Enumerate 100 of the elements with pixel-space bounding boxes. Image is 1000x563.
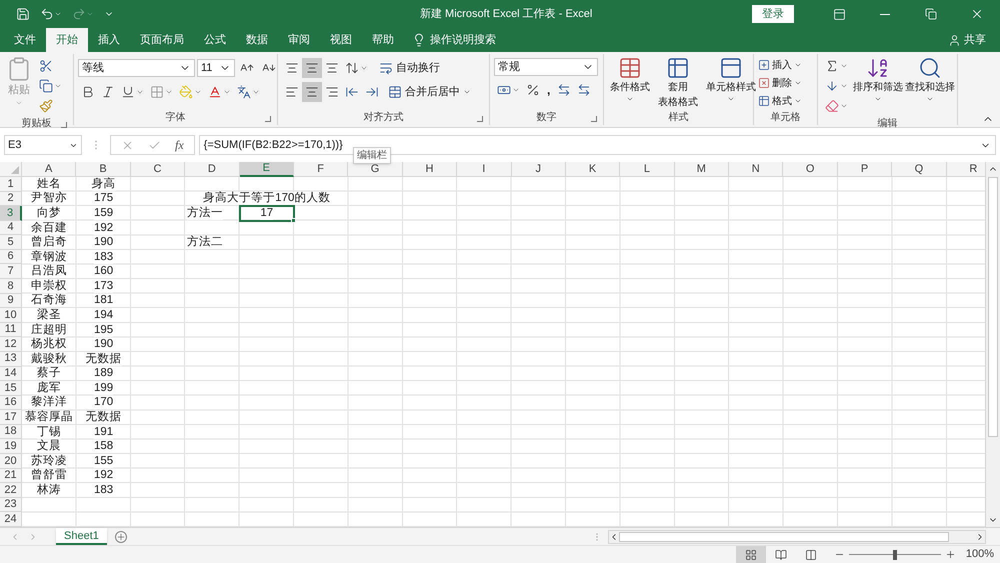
ribbon-tab[interactable]: 帮助 (362, 28, 404, 52)
caret-icon (727, 95, 735, 103)
selected-cell[interactable] (238, 205, 295, 222)
row-header[interactable]: 14 (0, 366, 22, 382)
row-header[interactable]: 15 (0, 381, 22, 396)
delete-cells-button[interactable]: 删除 (758, 74, 802, 92)
row-header[interactable]: 23 (0, 498, 22, 512)
zoom-slider[interactable] (848, 550, 941, 560)
align-center-button[interactable] (302, 82, 322, 102)
column-header[interactable]: E (240, 162, 294, 177)
borders-icon (150, 85, 164, 99)
lightbulb-icon (412, 33, 426, 47)
table-cell: 无数据 (86, 352, 122, 366)
row-header[interactable]: 6 (0, 250, 22, 264)
row-header[interactable]: 8 (0, 279, 22, 294)
tell-me-search[interactable]: 操作说明搜索 (430, 28, 496, 52)
row-header[interactable]: 7 (0, 264, 22, 280)
row-header[interactable]: 19 (0, 439, 22, 454)
ribbon-tab[interactable]: 视图 (320, 28, 362, 52)
row-header[interactable]: 12 (0, 337, 22, 352)
row-header[interactable]: 2 (0, 192, 22, 206)
conditional-format-button[interactable]: 条件格式 (608, 56, 652, 103)
find-select-button[interactable]: 查找和选择 (905, 56, 955, 103)
format-as-table-button[interactable]: 套用 表格格式 (654, 56, 702, 110)
table-cell: 尹智亦 (31, 192, 68, 206)
table-cell: 慕容厚晶 (25, 411, 74, 424)
caret-icon (626, 95, 634, 103)
dialog-launcher-icon[interactable] (477, 116, 483, 122)
sheet-tab[interactable]: Sheet1 (56, 528, 107, 545)
copy-icon (39, 79, 53, 93)
merge-icon (388, 85, 402, 99)
row-header[interactable]: 17 (0, 410, 22, 425)
insert-cells-button[interactable]: 插入 (758, 56, 802, 74)
format-cells-button[interactable]: 格式 (758, 92, 802, 110)
row-header[interactable]: 20 (0, 454, 22, 469)
bold-icon (81, 85, 95, 99)
ribbon-tab[interactable]: 公式 (194, 28, 236, 52)
comma-style-button[interactable]: , (543, 80, 554, 100)
row-header[interactable]: 22 (0, 483, 22, 498)
table-cell: 余百建 (31, 222, 68, 235)
row-header[interactable]: 5 (0, 235, 22, 250)
sort-filter-button[interactable]: 排序和筛选 (853, 56, 903, 103)
table-cell: 方法二 (187, 236, 224, 250)
orientation-icon (345, 61, 359, 75)
scrollbar-thumb[interactable] (619, 532, 949, 542)
row-header[interactable]: 24 (0, 512, 22, 527)
wrap-text-button[interactable]: 自动换行 (375, 58, 444, 78)
row-header[interactable]: 18 (0, 424, 22, 440)
dialog-launcher-icon[interactable] (591, 116, 597, 122)
scrollbar-thumb[interactable] (988, 177, 998, 437)
vertical-scrollbar[interactable] (985, 162, 1000, 527)
table-cell: 戴骏秋 (31, 352, 68, 366)
row-header[interactable]: 21 (0, 468, 22, 484)
add-sheet-icon[interactable] (114, 530, 127, 542)
font-size-field[interactable]: 11 (197, 59, 235, 77)
ribbon-tab[interactable]: 审阅 (278, 28, 320, 52)
table-cell: 庄超明 (31, 324, 68, 337)
table-cell: 黎洋洋 (31, 396, 68, 410)
view-button[interactable] (736, 546, 766, 563)
zoom-thumb[interactable] (892, 550, 897, 560)
merge-center-button[interactable]: 合并后居中 (384, 82, 475, 102)
insert-function-button[interactable]: fx (175, 136, 184, 154)
clear-icon (825, 99, 839, 113)
font-name-field[interactable]: 等线 (78, 59, 195, 77)
cell-styles-button[interactable]: 单元格样式 (704, 56, 758, 103)
row-header[interactable]: 4 (0, 220, 22, 236)
increase-decimal-icon (557, 83, 572, 97)
horizontal-scrollbar[interactable] (608, 530, 986, 544)
row-header[interactable]: 10 (0, 308, 22, 323)
save-icon[interactable] (16, 7, 30, 21)
ribbon-tab[interactable]: 数据 (236, 28, 278, 52)
zoom-in-icon[interactable] (944, 549, 956, 560)
row-header[interactable]: 1 (0, 177, 22, 192)
ribbon-tab[interactable]: 插入 (88, 28, 130, 52)
view-icon (804, 548, 817, 560)
row-header[interactable]: 11 (0, 322, 22, 338)
undo-icon[interactable] (40, 7, 54, 21)
ribbon-tab[interactable]: 文件 (4, 28, 46, 52)
row-header[interactable]: 13 (0, 352, 22, 367)
share-button[interactable]: 共享 (948, 28, 986, 52)
caret-icon (794, 61, 802, 69)
table-cell: 曾启奇 (31, 236, 68, 250)
sign-in-button[interactable]: 登录 (752, 5, 794, 23)
name-box[interactable]: E3 (4, 135, 82, 155)
align-left-icon (285, 85, 299, 99)
restore-icon (925, 8, 937, 20)
top-align-icon (285, 61, 299, 75)
percent-icon (526, 83, 540, 97)
number-format-field[interactable]: 常规 (494, 58, 598, 76)
table-cell: 姓名 (37, 178, 62, 191)
ribbon-tab[interactable]: 页面布局 (130, 28, 194, 52)
middle-align-button[interactable] (302, 58, 322, 78)
conditional-format-icon (618, 56, 642, 80)
ribbon-tab[interactable]: 开始 (46, 28, 88, 52)
row-header[interactable]: 16 (0, 396, 22, 410)
dialog-launcher-icon[interactable] (265, 116, 271, 122)
cell-grid[interactable]: 姓名 身高 尹智亦 175 身高大于等于170的人数 向梦 159 方法一 17 余百建 192 曾启奇 190 方法二 章钢波 183 吕浩凤 160 申崇权 173 石奇海 181 梁圣 194 庄超明 195 杨兆权 190 戴骏秋 无数据 蔡子 189 庞军 199 黎洋洋 170 慕容厚晶 无数据 丁锡 191 文晨 158 苏玲凌 155 曾舒雷 192 林涛 183 (22, 177, 985, 527)
table-cell: 章钢波 (31, 250, 68, 264)
row-header[interactable]: 3 (0, 206, 22, 221)
row-header[interactable]: 9 (0, 294, 22, 308)
